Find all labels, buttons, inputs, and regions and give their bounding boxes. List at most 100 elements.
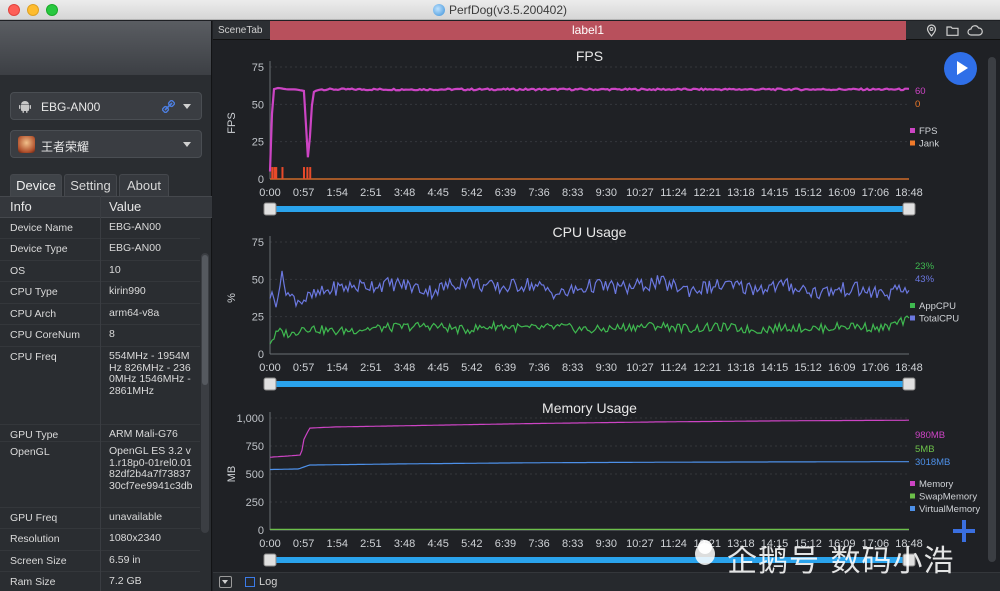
android-icon	[19, 101, 31, 113]
x-tick-label: 11:24	[660, 538, 687, 550]
x-tick-label: 14:15	[761, 187, 789, 199]
usb-link-icon[interactable]	[162, 100, 175, 113]
x-tick-label: 1:54	[327, 362, 348, 374]
legend-entry: Jank	[919, 139, 939, 150]
x-tick-label: 5:42	[461, 362, 482, 374]
y-tick-label: 1,000	[236, 413, 264, 425]
legend-swatch	[910, 140, 915, 146]
legend-swatch	[910, 506, 915, 511]
app-select[interactable]: 王者荣耀	[10, 130, 202, 158]
time-range-slider	[272, 381, 907, 387]
y-tick-label: 0	[258, 174, 264, 186]
y-axis-label: MB	[226, 466, 238, 483]
main-scrollbar[interactable]	[988, 57, 996, 562]
x-tick-label: 9:30	[596, 538, 617, 550]
x-tick-label: 6:39	[495, 362, 516, 374]
chart-title: CPU Usage	[553, 224, 627, 240]
x-tick-label: 18:48	[895, 187, 923, 199]
info-key: CPU Arch	[10, 308, 57, 320]
x-tick-label: 16:09	[828, 362, 856, 374]
tab-setting[interactable]: Setting	[64, 174, 117, 196]
current-value-label: 23%	[915, 261, 935, 272]
expand-log-button[interactable]	[219, 576, 232, 588]
chevron-down-icon	[183, 142, 191, 147]
slider-handle-left	[263, 202, 277, 216]
x-tick-label: 5:42	[461, 187, 482, 199]
series-line-virtualmemory	[270, 461, 909, 471]
x-tick-label: 4:45	[427, 362, 448, 374]
info-key: Screen Size	[10, 555, 67, 567]
x-tick-label: 1:54	[327, 187, 348, 199]
time-range-slider	[272, 206, 907, 212]
log-checkbox[interactable]	[245, 577, 255, 587]
x-tick-label: 8:33	[562, 187, 583, 199]
y-tick-label: 500	[246, 469, 264, 481]
legend-entry: FPS	[919, 126, 937, 137]
current-value-label: 60	[915, 86, 926, 97]
y-tick-label: 75	[252, 237, 264, 249]
x-tick-label: 0:00	[259, 187, 280, 199]
legend-swatch	[910, 481, 915, 486]
info-value: 554MHz - 1954MHz 826MHz - 2360MHz 1546MH…	[109, 350, 191, 397]
info-value: 8	[109, 328, 115, 340]
y-tick-label: 50	[252, 274, 264, 286]
sidebar: EBG-AN00 王者荣耀 Device Setting About Info …	[0, 21, 212, 591]
tab-device[interactable]: Device	[10, 174, 62, 196]
y-tick-label: 0	[258, 349, 264, 361]
device-select[interactable]: EBG-AN00	[10, 92, 202, 120]
x-tick-label: 6:39	[495, 538, 516, 550]
x-tick-label: 0:00	[259, 362, 280, 374]
info-key: OpenGL	[10, 446, 50, 458]
log-label: Log	[259, 576, 278, 588]
sidebar-scrollbar-thumb[interactable]	[202, 255, 208, 385]
y-axis-label: FPS	[226, 112, 238, 133]
x-tick-label: 5:42	[461, 538, 482, 550]
x-tick-label: 8:33	[562, 362, 583, 374]
x-tick-label: 0:57	[293, 187, 314, 199]
x-tick-label: 9:30	[596, 362, 617, 374]
series-line-fps	[268, 86, 910, 172]
perfdog-app-icon	[432, 4, 445, 16]
current-value-label: 43%	[915, 274, 935, 285]
play-button[interactable]	[944, 52, 977, 85]
x-tick-label: 7:36	[528, 187, 549, 199]
y-tick-label: 0	[258, 525, 264, 537]
current-value-label: 5MB	[915, 444, 935, 455]
x-tick-label: 3:48	[394, 362, 415, 374]
info-value: 1080x2340	[109, 532, 161, 544]
performance-charts: FPS 0 25 50 75 FPS 0:00 0:57 1:54 2:51 3:48 4:45 5:4…	[226, 48, 980, 567]
column-header-value: Value	[109, 199, 142, 214]
y-tick-label: 75	[252, 62, 264, 74]
x-tick-label: 18:48	[895, 362, 923, 374]
x-tick-label: 15:12	[794, 187, 822, 199]
x-tick-label: 12:21	[693, 362, 721, 374]
jank-marker	[306, 167, 309, 179]
series-line-appcpu	[269, 315, 910, 345]
info-value: 10	[109, 264, 121, 276]
x-tick-label: 7:36	[528, 362, 549, 374]
slider-handle-right	[902, 202, 916, 216]
add-chart-plus-icon[interactable]	[951, 518, 977, 544]
sidebar-header	[0, 21, 211, 75]
chevron-down-icon	[183, 104, 191, 109]
x-tick-label: 3:48	[394, 538, 415, 550]
x-tick-label: 9:30	[596, 187, 617, 199]
info-key: GPU Type	[10, 429, 59, 441]
jank-marker	[281, 167, 284, 179]
x-tick-label: 8:33	[562, 538, 583, 550]
column-header-info: Info	[10, 199, 32, 214]
legend-entry: AppCPU	[919, 301, 956, 312]
y-tick-label: 250	[246, 497, 264, 509]
y-axis-label: %	[226, 293, 238, 303]
device-info-table: Info Value	[0, 196, 212, 218]
x-tick-label: 12:21	[693, 187, 721, 199]
legend-swatch	[910, 315, 915, 321]
info-key: Ram Size	[10, 576, 56, 588]
info-value: unavailable	[109, 511, 163, 523]
x-tick-label: 2:51	[360, 362, 381, 374]
x-tick-label: 4:45	[427, 187, 448, 199]
info-key: Resolution	[10, 533, 60, 545]
tab-about[interactable]: About	[119, 174, 169, 196]
x-tick-label: 0:00	[259, 538, 280, 550]
legend-entry: TotalCPU	[919, 314, 959, 325]
